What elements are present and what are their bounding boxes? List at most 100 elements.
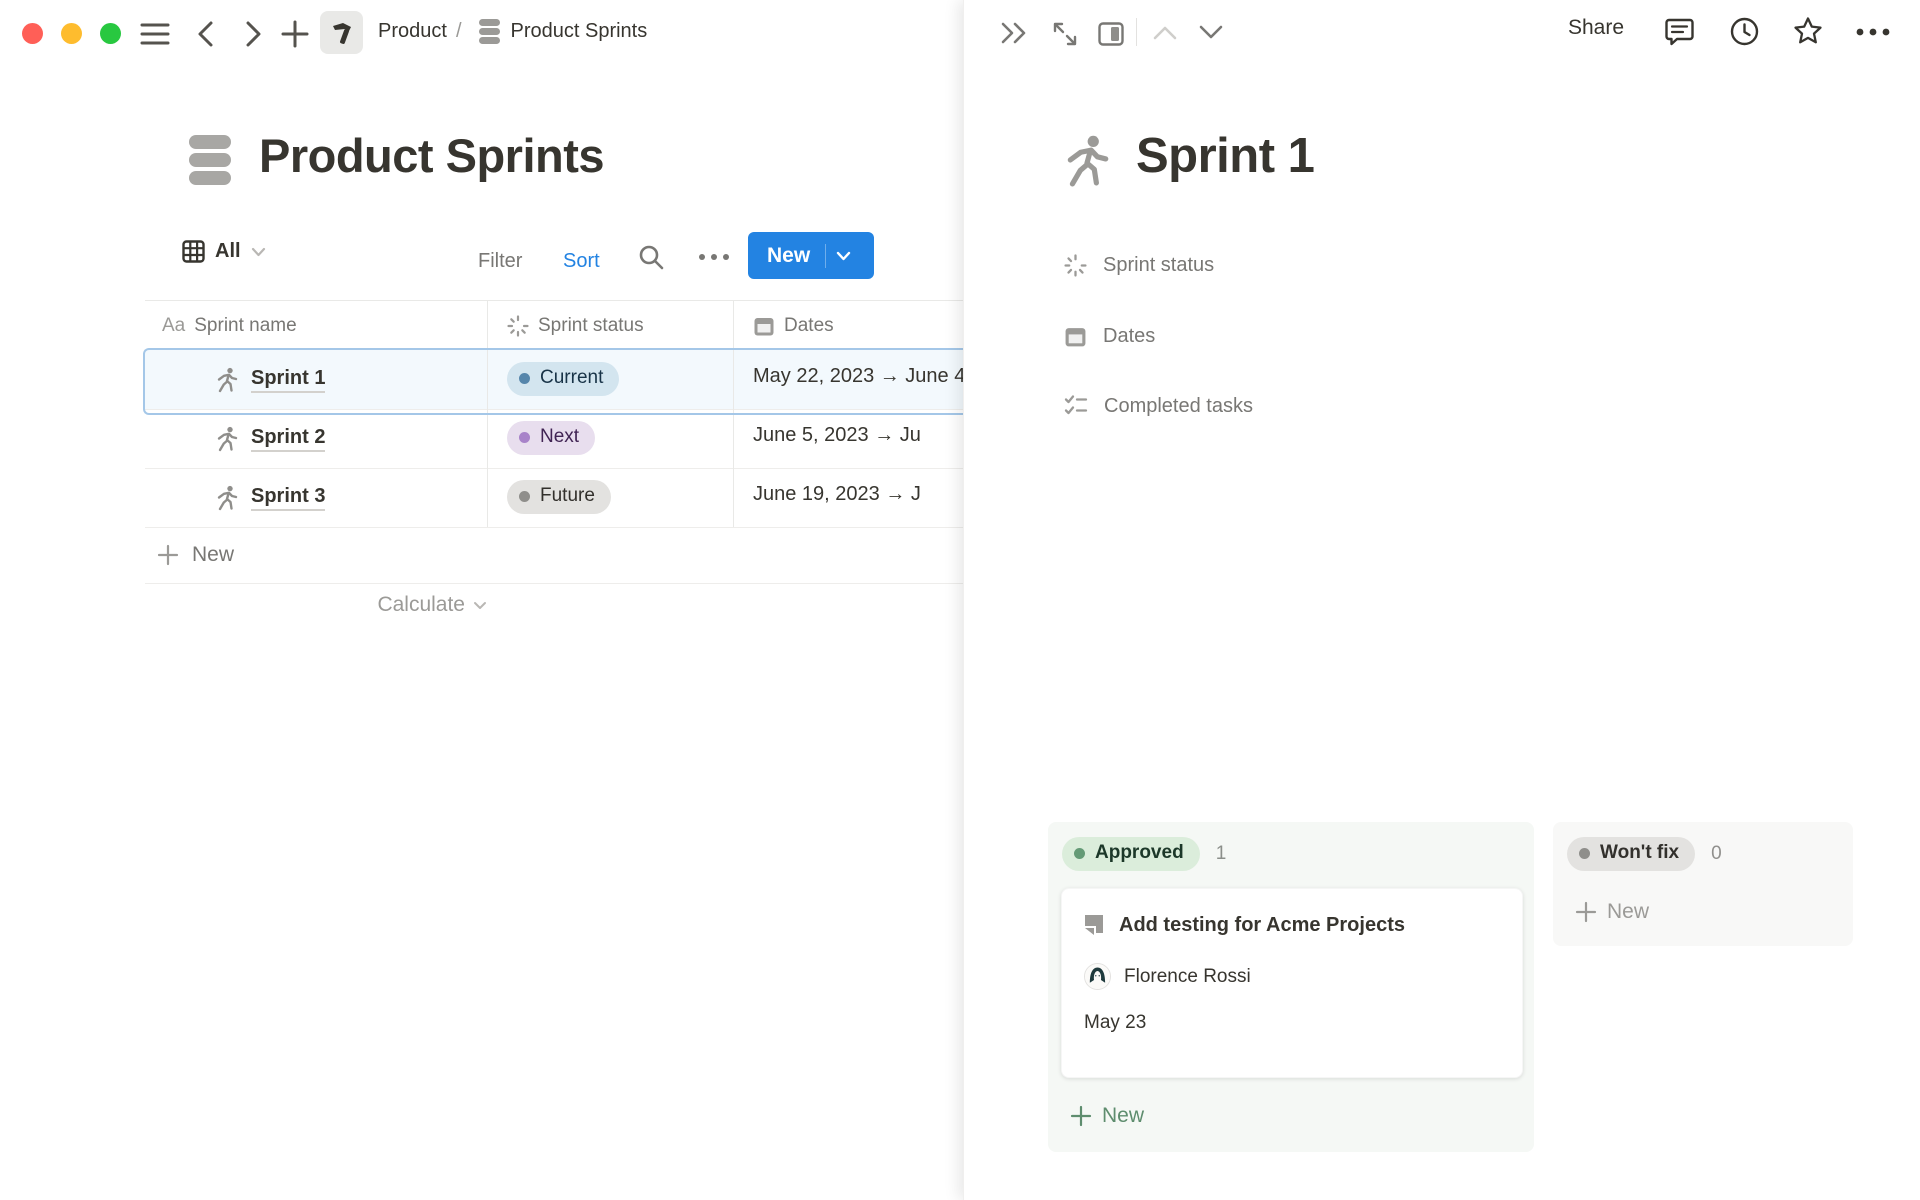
- table-view-icon: [182, 240, 205, 263]
- view-tab-label: All: [215, 240, 241, 263]
- calendar-icon: [753, 315, 775, 337]
- status-dot: [519, 373, 530, 384]
- new-record-button[interactable]: New: [748, 232, 874, 279]
- dates-cell[interactable]: June 5, 2023 → Ju: [753, 424, 963, 447]
- view-tab-all[interactable]: All: [182, 240, 266, 263]
- close-peek-icon[interactable]: [999, 19, 1031, 47]
- new-card-label: New: [1102, 1104, 1144, 1128]
- column-header-dates[interactable]: Dates: [753, 301, 834, 351]
- status-badge[interactable]: Next: [507, 421, 595, 455]
- product-page-icon[interactable]: [320, 11, 363, 54]
- status-property-icon: [507, 315, 529, 337]
- status-dot: [519, 491, 530, 502]
- column-header-name[interactable]: Aa Sprint name: [162, 301, 297, 351]
- share-button[interactable]: Share: [1568, 16, 1624, 40]
- plus-icon: [157, 544, 179, 566]
- back-icon[interactable]: [193, 20, 219, 48]
- calculate-button[interactable]: Calculate: [145, 593, 487, 617]
- card-title: Add testing for Acme Projects: [1119, 914, 1405, 937]
- breadcrumb: Product / Product Sprints: [378, 18, 647, 45]
- property-label: Sprint status: [1103, 254, 1214, 277]
- table-new-row-button[interactable]: New: [145, 527, 963, 584]
- record-title-link[interactable]: Sprint 1: [251, 367, 325, 393]
- database-page-panel: Product / Product Sprints Product Sprint…: [0, 0, 963, 1200]
- more-options-icon[interactable]: [697, 252, 731, 262]
- breadcrumb-separator: /: [456, 20, 462, 43]
- property-completed-tasks[interactable]: Completed tasks: [1064, 384, 1253, 428]
- sort-button[interactable]: Sort: [563, 250, 600, 273]
- record-title-link[interactable]: Sprint 3: [251, 485, 325, 511]
- status-badge[interactable]: Current: [507, 362, 619, 396]
- more-options-icon[interactable]: [1855, 27, 1891, 37]
- button-divider: [825, 244, 826, 268]
- breadcrumb-root[interactable]: Product: [378, 20, 447, 43]
- plus-icon: [1575, 901, 1597, 923]
- database-title-icon[interactable]: [184, 133, 236, 187]
- updates-clock-icon[interactable]: [1729, 16, 1760, 47]
- minimize-window-button[interactable]: [61, 23, 82, 44]
- column-divider[interactable]: [487, 300, 488, 527]
- board-column-approved: Approved 1 Add testing for Acme Projects…: [1048, 822, 1534, 1152]
- peek-page-title[interactable]: Sprint 1: [1136, 128, 1314, 184]
- forward-icon[interactable]: [240, 20, 266, 48]
- column-status-badge[interactable]: Won't fix: [1567, 837, 1695, 871]
- new-row-label: New: [192, 543, 234, 567]
- property-sprint-status[interactable]: Sprint status: [1064, 243, 1214, 287]
- card-date: May 23: [1084, 1012, 1502, 1034]
- column-divider[interactable]: [733, 300, 734, 527]
- comments-icon[interactable]: [1664, 16, 1695, 47]
- filter-button[interactable]: Filter: [478, 250, 522, 273]
- new-card-label: New: [1607, 900, 1649, 924]
- zoom-window-button[interactable]: [100, 23, 121, 44]
- board-new-card-button-approved[interactable]: New: [1070, 1104, 1144, 1128]
- status-dot: [519, 432, 530, 443]
- table-row-sprint-1[interactable]: Sprint 1 Current May 22, 2023 → June 4, …: [145, 350, 963, 410]
- column-count: 0: [1711, 843, 1722, 865]
- breadcrumb-current[interactable]: Product Sprints: [511, 20, 648, 43]
- notion-window: Product / Product Sprints Product Sprint…: [0, 0, 1920, 1200]
- record-title-link[interactable]: Sprint 2: [251, 426, 325, 452]
- board-card[interactable]: Add testing for Acme Projects Florence R…: [1061, 888, 1523, 1078]
- status-badge[interactable]: Future: [507, 480, 611, 514]
- status-dot: [1579, 848, 1590, 859]
- chevron-down-icon: [251, 247, 266, 257]
- chevron-down-icon: [473, 601, 487, 610]
- column-header-label: Sprint name: [194, 315, 296, 337]
- sidebar-menu-icon[interactable]: [140, 21, 170, 47]
- board-column-wontfix: Won't fix 0 New: [1553, 822, 1853, 946]
- checklist-icon: [1064, 394, 1088, 418]
- new-record-label: New: [748, 244, 810, 268]
- open-full-page-icon[interactable]: [1051, 20, 1079, 48]
- runner-icon: [215, 485, 239, 511]
- property-dates[interactable]: Dates: [1064, 314, 1155, 358]
- card-assignee: Florence Rossi: [1124, 966, 1251, 988]
- close-window-button[interactable]: [22, 23, 43, 44]
- new-dropdown-chevron-icon[interactable]: [836, 251, 851, 261]
- previous-record-icon[interactable]: [1152, 24, 1178, 41]
- column-header-status[interactable]: Sprint status: [507, 301, 644, 351]
- table-header-row: Aa Sprint name Sprint status Dates: [145, 300, 963, 352]
- dates-cell[interactable]: June 19, 2023 → J: [753, 483, 963, 506]
- table-row-sprint-3[interactable]: Sprint 3 Future June 19, 2023 → J: [145, 468, 963, 528]
- status-property-icon: [1064, 254, 1087, 277]
- board-new-card-button-wontfix[interactable]: New: [1575, 900, 1649, 924]
- new-page-icon[interactable]: [280, 19, 310, 49]
- column-header-label: Dates: [784, 315, 834, 337]
- table-row-sprint-2[interactable]: Sprint 2 Next June 5, 2023 → Ju: [145, 409, 963, 469]
- favorite-star-icon[interactable]: [1792, 15, 1824, 47]
- page-icon: [1082, 913, 1106, 937]
- runner-icon: [215, 367, 239, 393]
- property-label: Dates: [1103, 325, 1155, 348]
- next-record-icon[interactable]: [1198, 24, 1224, 41]
- search-icon[interactable]: [637, 243, 665, 271]
- property-label: Completed tasks: [1104, 395, 1253, 418]
- page-title-icon[interactable]: [1062, 133, 1112, 189]
- dates-cell[interactable]: May 22, 2023 → June 4, 2023: [753, 365, 963, 388]
- column-status-badge[interactable]: Approved: [1062, 837, 1200, 871]
- side-peek-icon[interactable]: [1097, 20, 1125, 48]
- text-property-icon: Aa: [162, 315, 185, 337]
- page-title[interactable]: Product Sprints: [259, 128, 604, 183]
- peek-panel: Share Sprint 1 Sprint status Current Dat…: [963, 0, 1920, 1200]
- toolbar-divider: [1136, 18, 1137, 46]
- column-count: 1: [1216, 843, 1227, 865]
